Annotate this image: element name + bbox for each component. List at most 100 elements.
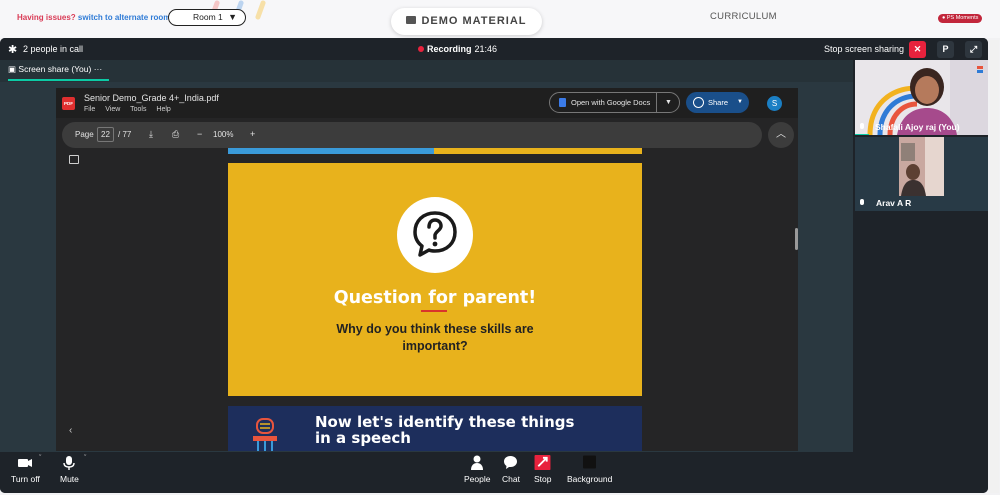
mute-label: Mute	[60, 474, 79, 484]
menu-tools[interactable]: Tools	[130, 106, 146, 113]
fullscreen-icon[interactable]: ⤢	[965, 41, 982, 58]
stop-share-button[interactable]: Stop	[534, 455, 552, 484]
room-select[interactable]: Room 1 ▼	[168, 9, 246, 26]
more-options-icon[interactable]: ···	[94, 64, 103, 74]
google-docs-icon	[559, 98, 566, 107]
people-button[interactable]: People	[464, 455, 490, 484]
page-number-input[interactable]: 22	[97, 127, 114, 142]
shared-screen: PDF Senior Demo_Grade 4+_India.pdf File …	[0, 82, 853, 452]
page-scrollbar[interactable]	[990, 40, 999, 493]
background-icon	[583, 455, 597, 469]
slide-title: Question for parent!	[333, 288, 537, 308]
mute-button[interactable]: Mute	[60, 455, 79, 484]
menu-file[interactable]: File	[84, 106, 95, 113]
tab-screen-share[interactable]: ▣ Screen share (You) ···	[8, 64, 102, 75]
participant-video	[855, 137, 988, 211]
mic-icon	[860, 123, 864, 129]
curriculum-link[interactable]: CURRICULUM	[710, 11, 777, 22]
slide-question: Question for parent! Why do you think th…	[228, 163, 642, 396]
background-label: Background	[567, 474, 613, 484]
chevron-up-icon[interactable]: ︿	[768, 122, 794, 148]
page-label: Page	[75, 130, 94, 139]
stop-sharing-close-icon[interactable]: ✕	[909, 41, 926, 58]
recording-time: 21:46	[474, 44, 498, 54]
person-icon	[471, 455, 484, 470]
participant-tile-other[interactable]: Arav A R	[855, 137, 988, 211]
demo-material-label: DEMO MATERIAL	[421, 15, 527, 27]
print-icon[interactable]: ⎙	[172, 129, 179, 140]
tab-screen-share-label: Screen share (You)	[18, 64, 92, 74]
screen-icon: ▣	[8, 64, 17, 74]
recording-label: Recording	[427, 44, 472, 54]
call-controls: Turn off ˇ Mute ˇ People Chat Stop Backg…	[0, 452, 988, 493]
caret-down-icon[interactable]: ▼	[737, 92, 743, 113]
folder-icon	[406, 16, 417, 24]
moments-label: PS Moments	[946, 15, 979, 21]
call-header: ✱ 2 people in call Recording 21:46 Stop s…	[0, 38, 988, 60]
alternate-room-link[interactable]: switch to alternate room	[78, 13, 170, 22]
chevron-left-icon[interactable]: ‹	[69, 425, 72, 436]
issue-label: Having issues?	[17, 13, 76, 22]
thumbnail-icon[interactable]	[69, 155, 79, 164]
pdf-viewer: PDF Senior Demo_Grade 4+_India.pdf File …	[56, 88, 798, 451]
globe-icon	[693, 97, 704, 108]
open-with-label: Open with Google Docs	[571, 98, 651, 107]
chevron-down-icon[interactable]: ˇ	[84, 455, 86, 462]
zoom-in-icon[interactable]: +	[250, 129, 255, 139]
moments-badge[interactable]: ● PS Moments	[938, 14, 983, 23]
pdf-viewer-header: PDF Senior Demo_Grade 4+_India.pdf File …	[56, 88, 798, 118]
stop-label: Stop	[534, 474, 552, 484]
top-bar: Having issues? switch to alternate room …	[0, 0, 1000, 38]
tab-active-underline	[8, 79, 109, 81]
call-window: ✱ 2 people in call Recording 21:46 Stop s…	[0, 38, 988, 493]
camera-toggle-button[interactable]: Turn off	[11, 455, 40, 484]
pdf-filename: Senior Demo_Grade 4+_India.pdf	[84, 93, 219, 103]
chat-bubble-icon	[504, 456, 518, 469]
stop-screen-sharing-label[interactable]: Stop screen sharing	[824, 44, 904, 54]
strip-blue	[228, 148, 434, 154]
menu-view[interactable]: View	[105, 106, 120, 113]
participant-name: Shafali Ajoy raj (You)	[875, 122, 960, 132]
slide-body: Why do you think these skills are import…	[336, 322, 534, 353]
mic-icon	[860, 199, 864, 205]
pdf-file-icon: PDF	[62, 97, 75, 110]
caret-down-icon: ▼	[228, 12, 237, 22]
download-icon[interactable]: ⤓	[149, 129, 153, 140]
previous-slide-strip	[228, 148, 642, 154]
demo-material-button[interactable]: DEMO MATERIAL	[391, 8, 542, 35]
participant-tile-self[interactable]: Shafali Ajoy raj (You)	[855, 60, 988, 135]
chat-label: Chat	[502, 474, 520, 484]
stop-share-icon	[534, 455, 551, 470]
page-total: / 77	[118, 130, 132, 139]
screen-share-tab-row: ▣ Screen share (You) ···	[0, 60, 853, 82]
recording-dot-icon	[418, 46, 424, 52]
p-badge[interactable]: P	[937, 41, 954, 58]
decorative-stroke	[254, 0, 267, 21]
next-slide-title-line2: in a speech	[315, 429, 411, 447]
speaking-indicator	[855, 134, 869, 135]
caret-down-icon[interactable]: ▼	[656, 92, 680, 113]
camera-icon	[18, 459, 33, 467]
chevron-down-icon[interactable]: ˇ	[39, 455, 41, 462]
speech-podium-icon	[253, 418, 277, 451]
title-underline	[421, 310, 447, 312]
background-button[interactable]: Background	[567, 455, 612, 484]
account-avatar[interactable]: S	[767, 96, 782, 111]
question-bubble-icon	[397, 197, 473, 273]
next-slide-title-line1: Now let's identify these things	[315, 413, 575, 431]
mic-icon	[63, 456, 76, 470]
gear-icon[interactable]: ✱	[8, 43, 17, 56]
pdf-toolbar: Page 22 / 77 ⤓ ⎙ − 100% +	[62, 122, 762, 148]
strip-yellow	[434, 148, 642, 154]
menu-help[interactable]: Help	[156, 106, 170, 113]
share-button[interactable]: Share ▼	[686, 92, 749, 113]
zoom-level[interactable]: 100%	[213, 130, 233, 139]
zoom-out-icon[interactable]: −	[197, 129, 202, 139]
people-count: 2 people in call	[23, 44, 84, 54]
people-label: People	[464, 474, 491, 484]
next-slide-title: Now let's identify these things in a spe…	[315, 414, 574, 446]
chat-button[interactable]: Chat	[502, 455, 520, 484]
share-label: Share	[708, 98, 729, 107]
scrollbar-thumb[interactable]	[795, 228, 798, 250]
participant-name: Arav A R	[876, 198, 912, 208]
